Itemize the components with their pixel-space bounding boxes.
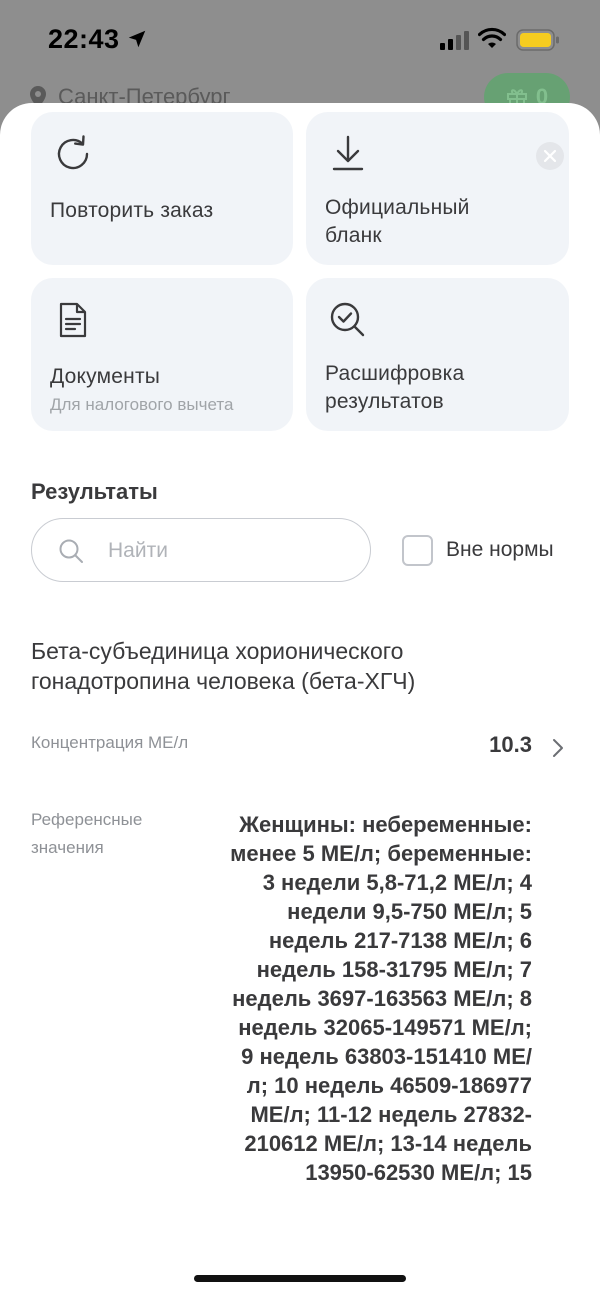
official-blank-button[interactable]: Официальный бланк [306,112,569,265]
status-time: 22:43 [48,24,120,54]
out-of-range-label[interactable]: Вне нормы [446,538,554,562]
cellular-signal-icon [440,31,469,50]
search-input[interactable] [108,535,348,567]
location-arrow-icon [128,30,146,48]
home-indicator[interactable] [194,1275,406,1282]
status-bar: 22:43 [0,0,600,80]
out-of-range-checkbox[interactable] [402,535,433,566]
results-search[interactable] [31,518,371,582]
close-icon [543,149,557,163]
battery-icon [516,29,559,51]
chevron-right-icon[interactable] [551,737,565,759]
repeat-order-button[interactable]: Повторить заказ [31,112,293,265]
decode-results-label-line2: результатов [325,390,444,413]
magnifier-check-icon [330,302,365,337]
concentration-label: Концентрация МЕ/л [31,733,189,752]
repeat-order-label: Повторить заказ [50,199,214,222]
results-heading: Результаты [31,479,158,504]
official-blank-label-line1: Официальный [325,196,470,219]
official-blank-label-line2: бланк [325,224,382,247]
download-icon [332,135,364,171]
reference-values: Женщины: небеременные: менее 5 МЕ/л; бер… [230,812,532,1185]
documents-label: Документы [50,365,161,388]
documents-button[interactable]: Документы Для налогового вычета [31,278,293,431]
order-details-sheet: Повторить заказ Официальный бланк Докуме… [0,103,600,1297]
decode-results-button[interactable]: Расшифровка результатов [306,278,569,431]
decode-results-label-line1: Расшифровка [325,362,465,385]
close-button[interactable] [536,142,564,170]
reference-label: Референсные значения [31,810,143,857]
search-icon [59,539,83,563]
analysis-name: Бета-субъединица хорионического гонадотр… [31,638,416,694]
documents-sublabel: Для налогового вычета [50,395,234,414]
document-icon [59,302,87,338]
concentration-value[interactable]: 10.3 [489,732,532,758]
wifi-icon [478,27,506,48]
refresh-icon [57,135,89,170]
